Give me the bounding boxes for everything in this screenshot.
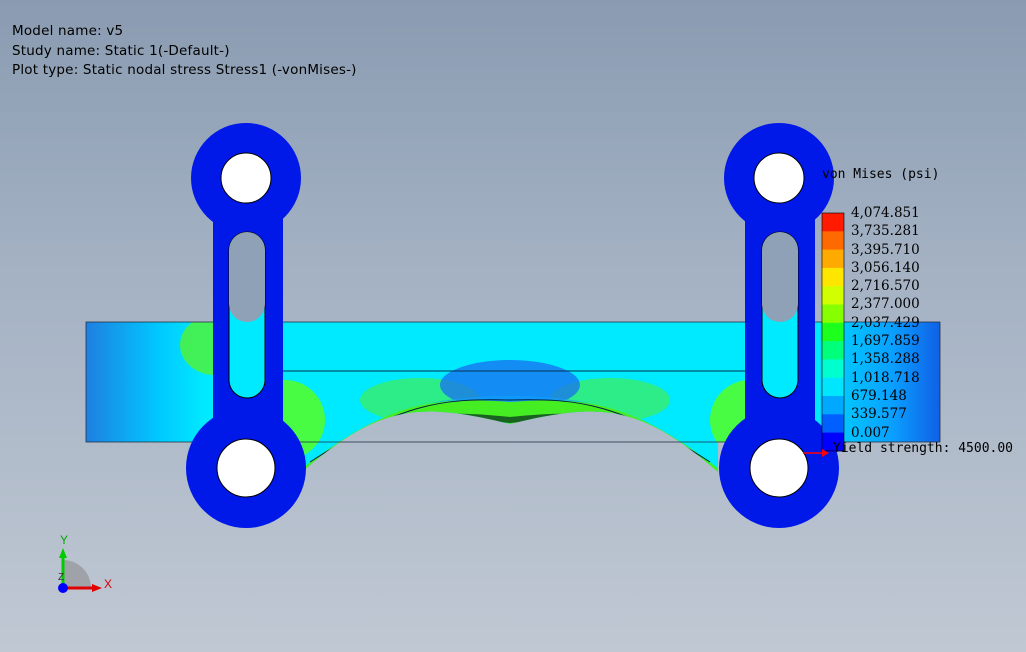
legend-labels: 4,074.851 3,735.281 3,395.710 3,056.140 2,71… [851,204,920,442]
y-axis-label: Y [60,533,69,547]
yield-strength-label: Yield strength: 4500.00 [833,441,1014,456]
legend-value: 1,358.288 [851,351,920,368]
legend-value: 2,716.570 [851,278,920,295]
legend-swatch [822,414,844,434]
legend-value: 679.148 [851,387,907,404]
legend-value: 1,697.859 [851,333,920,350]
legend-swatch [822,213,844,232]
axis-triad-icon [58,548,102,593]
legend-swatch [822,267,844,287]
legend-swatch [822,249,844,269]
legend-value: 3,735.281 [851,223,920,240]
legend-swatch [822,377,844,397]
legend-value: 2,037.429 [851,314,920,331]
legend-swatch [822,286,844,305]
legend-value: 4,074.851 [851,205,920,221]
legend-swatch [822,322,844,342]
legend-value: 3,395.710 [851,241,920,258]
legend-swatch [822,359,844,379]
x-axis-label: X [104,577,113,591]
legend-swatch [822,304,844,324]
legend-swatch [822,396,844,415]
legend-value: 2,377.000 [851,296,920,313]
legend-swatch [822,341,844,360]
legend-value: 3,056.140 [851,259,920,276]
legend-value: 0.007 [851,424,890,441]
legend-title: von Mises (psi) [822,167,940,182]
legend-colorbar [821,212,845,452]
z-axis-label: Z [58,572,65,583]
legend-value: 1,018.718 [851,369,920,386]
legend-value: 339.577 [851,406,907,423]
legend-swatch [822,231,844,251]
